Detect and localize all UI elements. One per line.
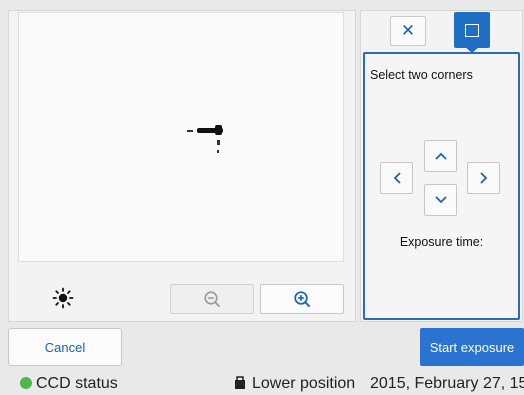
rectangle-select-tab[interactable] bbox=[454, 12, 490, 48]
sample-speck bbox=[187, 130, 193, 132]
move-down-button[interactable] bbox=[424, 184, 457, 216]
zoom-in-button[interactable] bbox=[260, 284, 344, 314]
exposure-time-label: Exposure time: bbox=[399, 235, 484, 249]
selection-instruction: Select two corners bbox=[370, 68, 473, 82]
chevron-right-icon bbox=[479, 172, 487, 184]
tab-pointer bbox=[464, 46, 480, 53]
rectangle-select-icon bbox=[465, 23, 479, 37]
position-label: Lower position bbox=[252, 375, 356, 392]
move-right-button[interactable] bbox=[467, 162, 500, 194]
zoom-out-button[interactable] bbox=[170, 284, 254, 314]
ccd-status-indicator bbox=[20, 377, 32, 389]
zoom-in-icon bbox=[294, 291, 310, 307]
chevron-left-icon bbox=[393, 172, 401, 184]
ccd-status-label: CCD status bbox=[36, 375, 118, 392]
sample-speck bbox=[217, 140, 220, 145]
image-preview[interactable] bbox=[18, 12, 344, 262]
datetime-label: 2015, February 27, 15:40 bbox=[370, 375, 524, 392]
close-icon: ✕ bbox=[400, 21, 416, 40]
cancel-button[interactable]: Cancel bbox=[8, 328, 122, 366]
sample-speck bbox=[217, 150, 219, 153]
brightness-icon[interactable] bbox=[50, 285, 76, 311]
chevron-up-icon bbox=[434, 152, 447, 160]
chevron-down-icon bbox=[434, 196, 447, 204]
close-selection-tab[interactable]: ✕ bbox=[390, 16, 426, 46]
move-left-button[interactable] bbox=[380, 162, 413, 194]
move-up-button[interactable] bbox=[424, 140, 457, 172]
sample-spot bbox=[215, 125, 222, 135]
position-icon bbox=[234, 376, 246, 390]
start-exposure-button[interactable]: Start exposure bbox=[420, 328, 524, 366]
zoom-out-icon bbox=[204, 291, 220, 307]
